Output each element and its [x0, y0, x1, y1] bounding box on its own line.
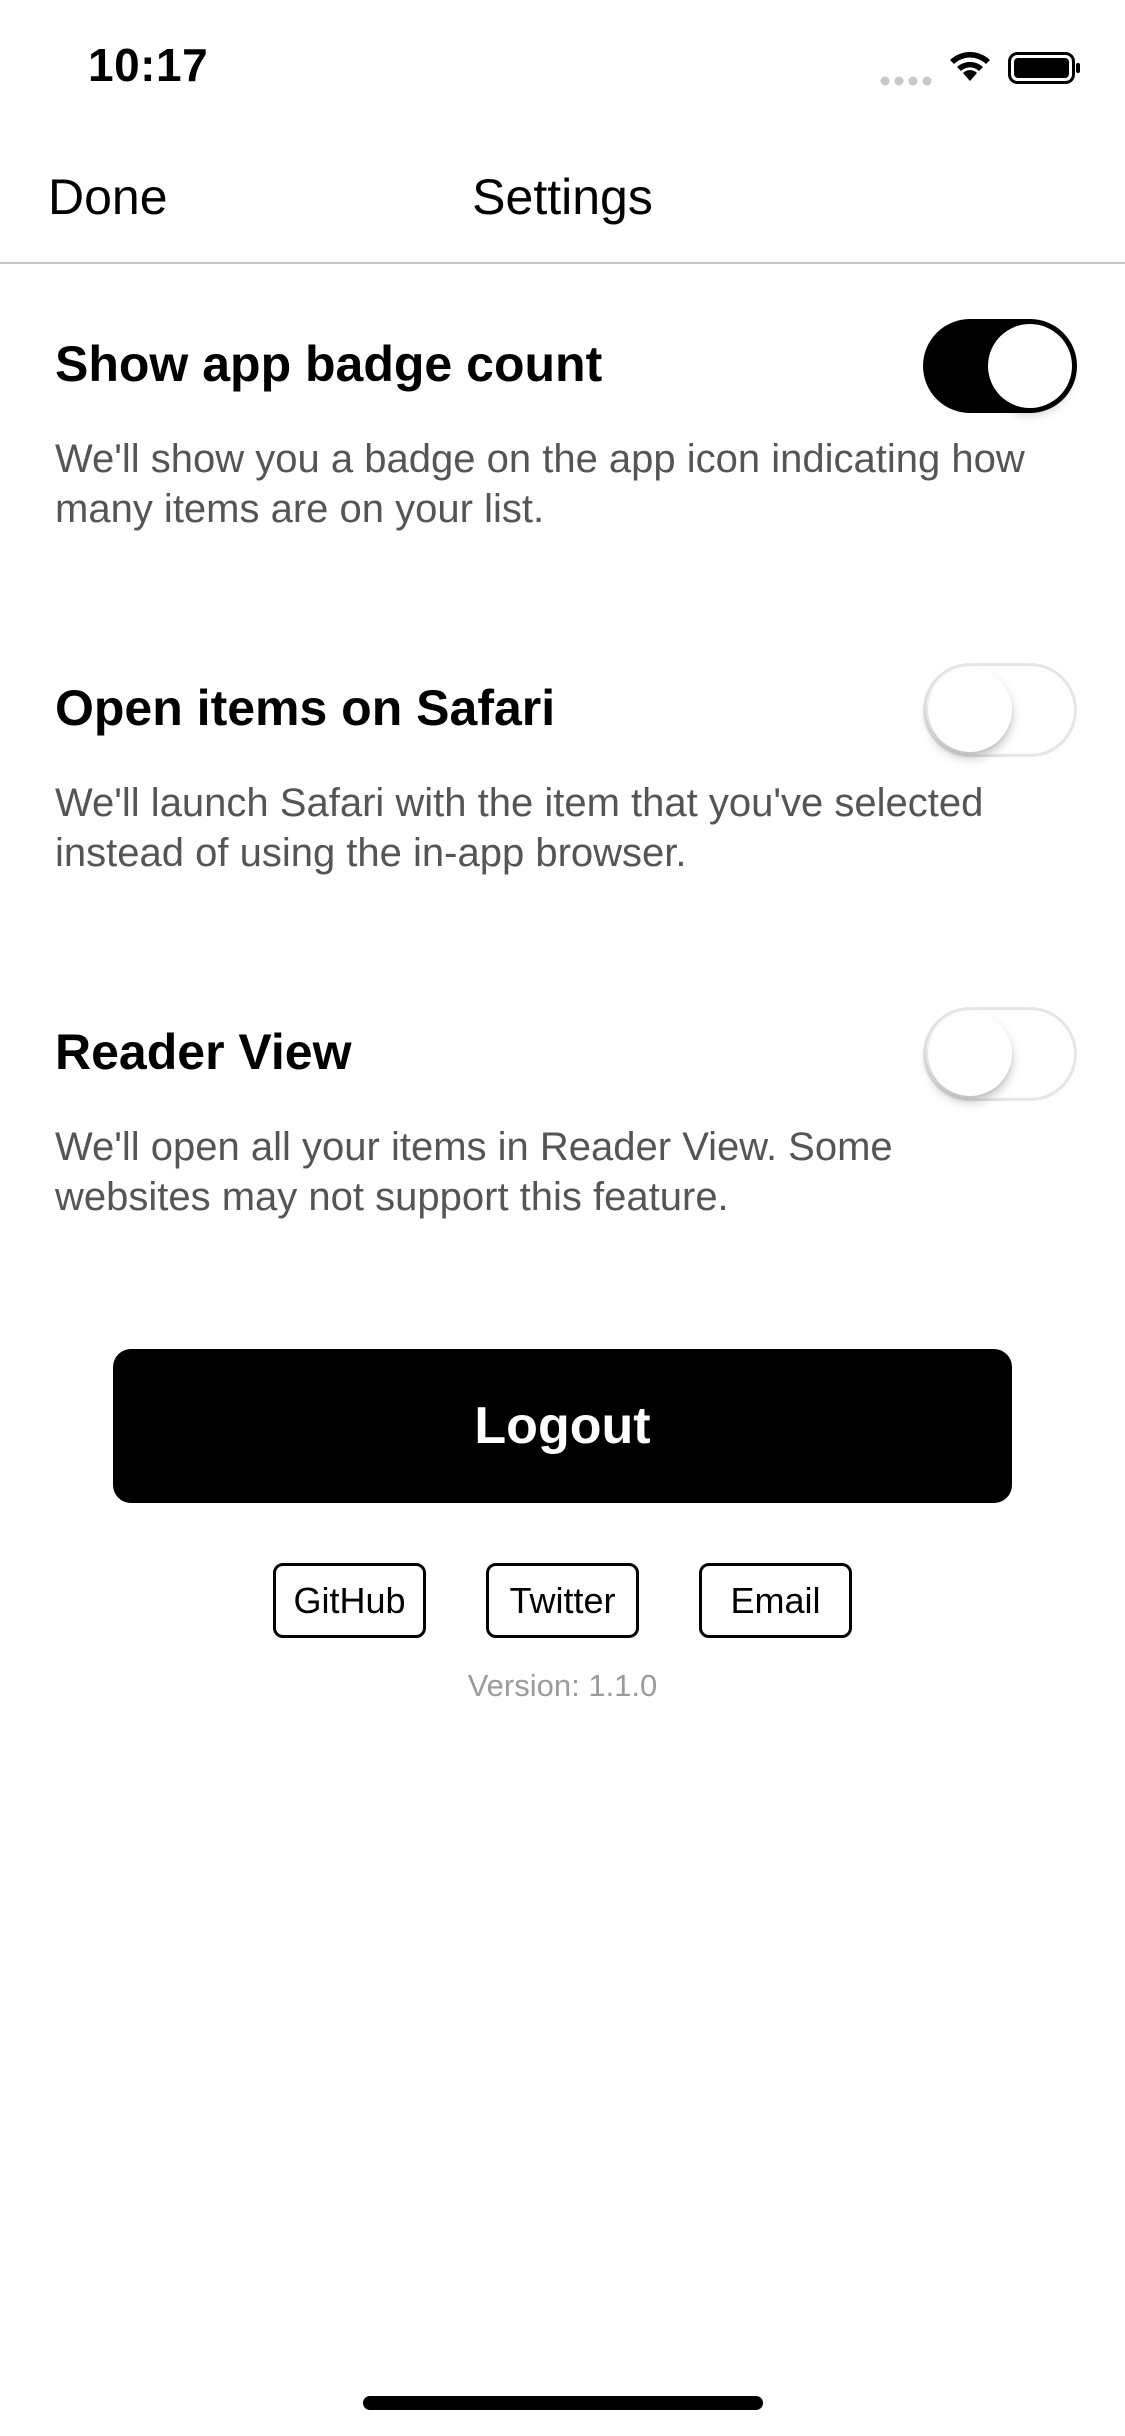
setting-description: We'll show you a badge on the app icon i… — [55, 437, 1025, 531]
signal-dots-icon — [880, 76, 932, 86]
done-button[interactable]: Done — [48, 168, 168, 226]
page-title: Settings — [472, 169, 653, 225]
setting-description: We'll open all your items in Reader View… — [55, 1125, 893, 1219]
toggle-knob — [928, 1012, 1012, 1096]
github-link-button[interactable]: GitHub — [273, 1563, 426, 1638]
reader-view-toggle[interactable] — [923, 1007, 1077, 1101]
status-time: 10:17 — [88, 39, 209, 91]
setting-title: Open items on Safari — [55, 680, 556, 736]
setting-title: Reader View — [55, 1024, 352, 1080]
setting-title: Show app badge count — [55, 336, 603, 392]
navigation-bar: Done Settings — [0, 132, 1125, 264]
email-link-button[interactable]: Email — [699, 1563, 852, 1638]
version-label: Version: 1.1.0 — [467, 1668, 658, 1703]
home-indicator[interactable] — [363, 2396, 763, 2410]
twitter-link-button[interactable]: Twitter — [486, 1563, 639, 1638]
open-in-safari-toggle[interactable] — [923, 663, 1077, 757]
logout-button[interactable]: Logout — [113, 1349, 1012, 1503]
toggle-knob — [928, 668, 1012, 752]
badge-count-toggle[interactable] — [923, 319, 1077, 413]
status-bar: 10:17 — [0, 0, 1125, 132]
battery-icon — [1008, 52, 1080, 84]
setting-description: We'll launch Safari with the item that y… — [55, 781, 984, 875]
wifi-icon — [950, 52, 990, 81]
toggle-knob — [988, 324, 1072, 408]
